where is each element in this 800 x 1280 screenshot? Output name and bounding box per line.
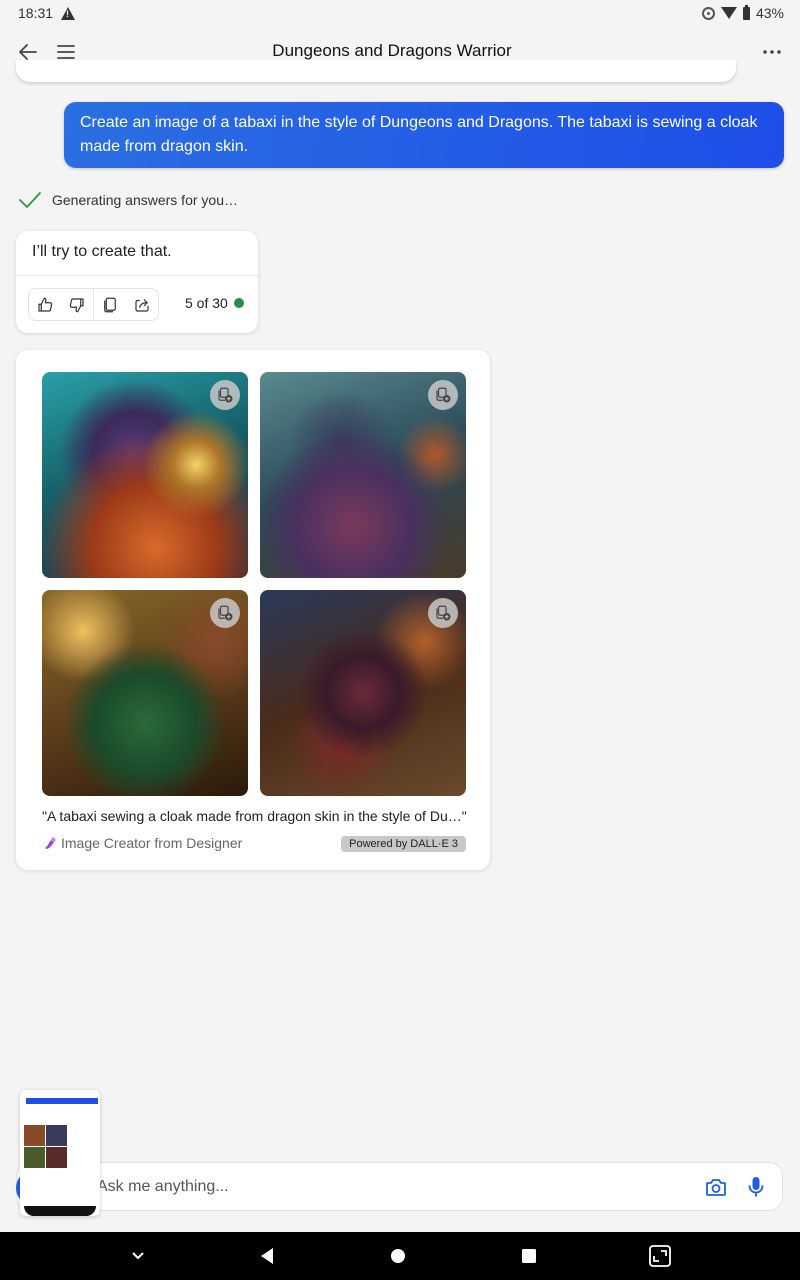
turn-status-dot [233,298,244,308]
user-message-bubble: Create an image of a tabaxi in the style… [64,102,784,168]
nav-recents-button[interactable] [517,1244,541,1268]
microphone-icon [748,1177,764,1197]
turn-counter: 5 of 30 [185,295,244,311]
copy-button[interactable] [94,289,126,320]
battery-level: 43% [755,5,784,21]
home-circle-icon [391,1249,405,1263]
designer-logo-icon [45,837,56,849]
screenshot-preview-thumbnail[interactable] [20,1090,100,1216]
like-button[interactable] [29,289,61,320]
save-to-collection-button[interactable] [428,380,458,410]
generated-image[interactable] [42,372,248,578]
back-triangle-icon [261,1248,273,1264]
dislike-button[interactable] [61,289,93,320]
voice-input-button[interactable] [744,1175,768,1199]
thumbs-up-icon [38,297,53,312]
page-title: Dungeons and Dragons Warrior [272,41,512,60]
nav-screenshot-button[interactable] [648,1244,672,1268]
image-creator-card: "A tabaxi sewing a cloak made from drago… [16,350,490,870]
wifi-icon [720,7,737,19]
previous-message-card [16,60,736,82]
system-nav-bar [0,1232,800,1280]
add-to-collection-icon [218,605,233,621]
image-creator-label: Image Creator from Designer [61,835,243,851]
recents-square-icon [522,1249,536,1263]
thumbnail-image [46,1147,67,1168]
chevron-down-icon [132,1252,144,1260]
chat-input-bar [16,1162,783,1211]
more-options-button[interactable] [760,40,784,64]
generated-image[interactable] [260,590,466,796]
thumbnail-image [46,1125,67,1146]
save-to-collection-button[interactable] [428,598,458,628]
thumbnail-nav-bar [24,1206,96,1216]
warning-icon [61,6,76,20]
nav-back-button[interactable] [255,1244,279,1268]
save-to-collection-button[interactable] [210,598,240,628]
thumbs-down-icon [69,297,84,312]
reply-text: I’ll try to create that. [32,243,172,260]
copy-icon [104,297,116,312]
image-creator-link[interactable]: Image Creator from Designer [42,835,242,851]
turn-counter-text: 5 of 30 [185,295,228,311]
status-text: Generating answers for you… [52,192,238,208]
sync-icon [701,6,715,20]
visual-search-button[interactable] [704,1175,728,1199]
nav-home-button[interactable] [386,1244,410,1268]
thumbnail-image [24,1147,45,1168]
image-prompt-caption[interactable]: "A tabaxi sewing a cloak made from drago… [42,808,467,824]
generated-image[interactable] [260,372,466,578]
checkmark-icon [19,192,41,208]
collapse-nav-button[interactable] [126,1244,150,1268]
add-to-collection-icon [436,387,451,403]
chat-input[interactable] [97,1175,657,1199]
thumbnail-image [24,1125,45,1146]
divider [16,275,258,276]
status-bar: 18:31 43% [0,0,800,26]
share-button[interactable] [126,289,158,320]
save-to-collection-button[interactable] [210,380,240,410]
clock: 18:31 [18,5,54,21]
share-icon [135,298,149,312]
feedback-actions [28,288,159,321]
assistant-reply-card: I’ll try to create that. 5 of 30 [16,231,258,333]
camera-icon [706,1179,726,1196]
powered-by-badge: Powered by DALL·E 3 [341,836,466,852]
thumbnail-user-bubble [26,1098,98,1104]
add-to-collection-icon [436,605,451,621]
screenshot-frame-icon [649,1245,671,1267]
add-to-collection-icon [218,387,233,403]
generation-status: Generating answers for you… [18,190,238,210]
generated-image[interactable] [42,590,248,796]
more-options-icon [763,50,781,54]
battery-icon [742,4,750,20]
